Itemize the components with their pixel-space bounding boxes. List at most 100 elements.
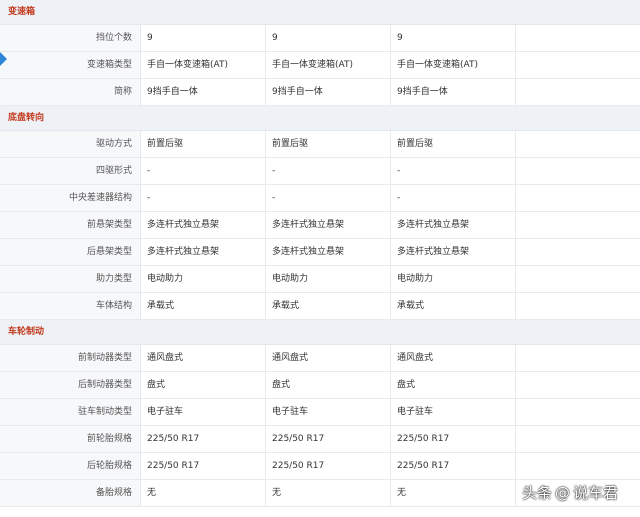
value-cell: 前置后驱 xyxy=(266,131,391,157)
table-row: 前轮胎规格 225/50 R17 225/50 R17 225/50 R17 xyxy=(0,426,640,453)
row-label: 变速箱类型 xyxy=(0,52,141,78)
value-cell: 225/50 R17 xyxy=(266,453,391,479)
value-cell: - xyxy=(141,158,266,184)
value-cell: 前置后驱 xyxy=(391,131,516,157)
value-cell: - xyxy=(266,185,391,211)
value-cell: 225/50 R17 xyxy=(266,426,391,452)
row-label: 助力类型 xyxy=(0,266,141,292)
table-row: 驻车制动类型 电子驻车 电子驻车 电子驻车 xyxy=(0,399,640,426)
watermark: 头条 @ 说车君 xyxy=(522,482,618,503)
empty-cell xyxy=(516,399,640,425)
value-cell: 承载式 xyxy=(266,293,391,319)
table-row: 后轮胎规格 225/50 R17 225/50 R17 225/50 R17 xyxy=(0,453,640,480)
value-cell: 多连杆式独立悬架 xyxy=(266,239,391,265)
empty-cell xyxy=(516,131,640,157)
table-row: 车体结构 承载式 承载式 承载式 xyxy=(0,293,640,320)
value-cell: 手自一体变速箱(AT) xyxy=(266,52,391,78)
value-cell: 通风盘式 xyxy=(391,345,516,371)
table-row: 中央差速器结构 - - - xyxy=(0,185,640,212)
table-row: 变速箱类型 手自一体变速箱(AT) 手自一体变速箱(AT) 手自一体变速箱(AT) xyxy=(0,52,640,79)
row-label: 前轮胎规格 xyxy=(0,426,141,452)
empty-cell xyxy=(516,25,640,51)
value-cell: 前置后驱 xyxy=(141,131,266,157)
empty-cell xyxy=(516,79,640,105)
empty-cell xyxy=(516,266,640,292)
value-cell: 多连杆式独立悬架 xyxy=(141,212,266,238)
value-cell: 电子驻车 xyxy=(266,399,391,425)
empty-cell xyxy=(516,453,640,479)
value-cell: 9挡手自一体 xyxy=(141,79,266,105)
value-cell: 电动助力 xyxy=(141,266,266,292)
empty-cell xyxy=(516,426,640,452)
value-cell: 电子驻车 xyxy=(141,399,266,425)
value-cell: 无 xyxy=(391,480,516,506)
watermark-platform: 头条 xyxy=(522,484,553,502)
row-label: 备胎规格 xyxy=(0,480,141,506)
row-pointer-icon xyxy=(0,52,7,66)
row-label: 驱动方式 xyxy=(0,131,141,157)
value-cell: 盘式 xyxy=(141,372,266,398)
empty-cell xyxy=(516,52,640,78)
value-cell: 盘式 xyxy=(266,372,391,398)
empty-cell xyxy=(516,212,640,238)
value-cell: 承载式 xyxy=(141,293,266,319)
empty-cell xyxy=(516,185,640,211)
row-label: 挡位个数 xyxy=(0,25,141,51)
value-cell: 多连杆式独立悬架 xyxy=(391,239,516,265)
watermark-at: @ xyxy=(555,483,571,502)
value-cell: - xyxy=(391,158,516,184)
value-cell: 多连杆式独立悬架 xyxy=(266,212,391,238)
value-cell: 多连杆式独立悬架 xyxy=(391,212,516,238)
empty-cell xyxy=(516,345,640,371)
value-cell: - xyxy=(391,185,516,211)
row-label: 中央差速器结构 xyxy=(0,185,141,211)
watermark-account: 说车君 xyxy=(573,484,619,502)
row-label: 车体结构 xyxy=(0,293,141,319)
row-label: 后悬架类型 xyxy=(0,239,141,265)
value-cell: 通风盘式 xyxy=(266,345,391,371)
table-row: 后制动器类型 盘式 盘式 盘式 xyxy=(0,372,640,399)
value-cell: 225/50 R17 xyxy=(391,426,516,452)
value-cell: 电动助力 xyxy=(266,266,391,292)
row-label: 后轮胎规格 xyxy=(0,453,141,479)
empty-cell xyxy=(516,158,640,184)
row-label: 简称 xyxy=(0,79,141,105)
value-cell: 9挡手自一体 xyxy=(391,79,516,105)
row-label: 前悬架类型 xyxy=(0,212,141,238)
row-label: 驻车制动类型 xyxy=(0,399,141,425)
value-cell: 225/50 R17 xyxy=(141,453,266,479)
value-cell: - xyxy=(266,158,391,184)
value-cell: 无 xyxy=(266,480,391,506)
empty-cell xyxy=(516,293,640,319)
section-header: 变速箱 xyxy=(0,0,640,25)
section-header: 底盘转向 xyxy=(0,106,640,131)
value-cell: 电动助力 xyxy=(391,266,516,292)
table-row: 挡位个数 9 9 9 xyxy=(0,25,640,52)
value-cell: 电子驻车 xyxy=(391,399,516,425)
row-label: 前制动器类型 xyxy=(0,345,141,371)
value-cell: 手自一体变速箱(AT) xyxy=(141,52,266,78)
value-cell: 9 xyxy=(266,25,391,51)
table-row: 前制动器类型 通风盘式 通风盘式 通风盘式 xyxy=(0,345,640,372)
value-cell: 9 xyxy=(141,25,266,51)
empty-cell xyxy=(516,239,640,265)
value-cell: 无 xyxy=(141,480,266,506)
row-label: 后制动器类型 xyxy=(0,372,141,398)
value-cell: 手自一体变速箱(AT) xyxy=(391,52,516,78)
section-header: 车轮制动 xyxy=(0,320,640,345)
table-row: 简称 9挡手自一体 9挡手自一体 9挡手自一体 xyxy=(0,79,640,106)
table-row: 前悬架类型 多连杆式独立悬架 多连杆式独立悬架 多连杆式独立悬架 xyxy=(0,212,640,239)
value-cell: 盘式 xyxy=(391,372,516,398)
value-cell: 9挡手自一体 xyxy=(266,79,391,105)
value-cell: 多连杆式独立悬架 xyxy=(141,239,266,265)
empty-cell xyxy=(516,372,640,398)
value-cell: - xyxy=(141,185,266,211)
table-row: 后悬架类型 多连杆式独立悬架 多连杆式独立悬架 多连杆式独立悬架 xyxy=(0,239,640,266)
spec-table: 变速箱 挡位个数 9 9 9 变速箱类型 手自一体变速箱(AT) 手自一体变速箱(AT) 手自一… xyxy=(0,0,640,507)
table-row: 四驱形式 - - - xyxy=(0,158,640,185)
value-cell: 225/50 R17 xyxy=(391,453,516,479)
row-label: 四驱形式 xyxy=(0,158,141,184)
table-row: 助力类型 电动助力 电动助力 电动助力 xyxy=(0,266,640,293)
value-cell: 9 xyxy=(391,25,516,51)
table-row: 驱动方式 前置后驱 前置后驱 前置后驱 xyxy=(0,131,640,158)
